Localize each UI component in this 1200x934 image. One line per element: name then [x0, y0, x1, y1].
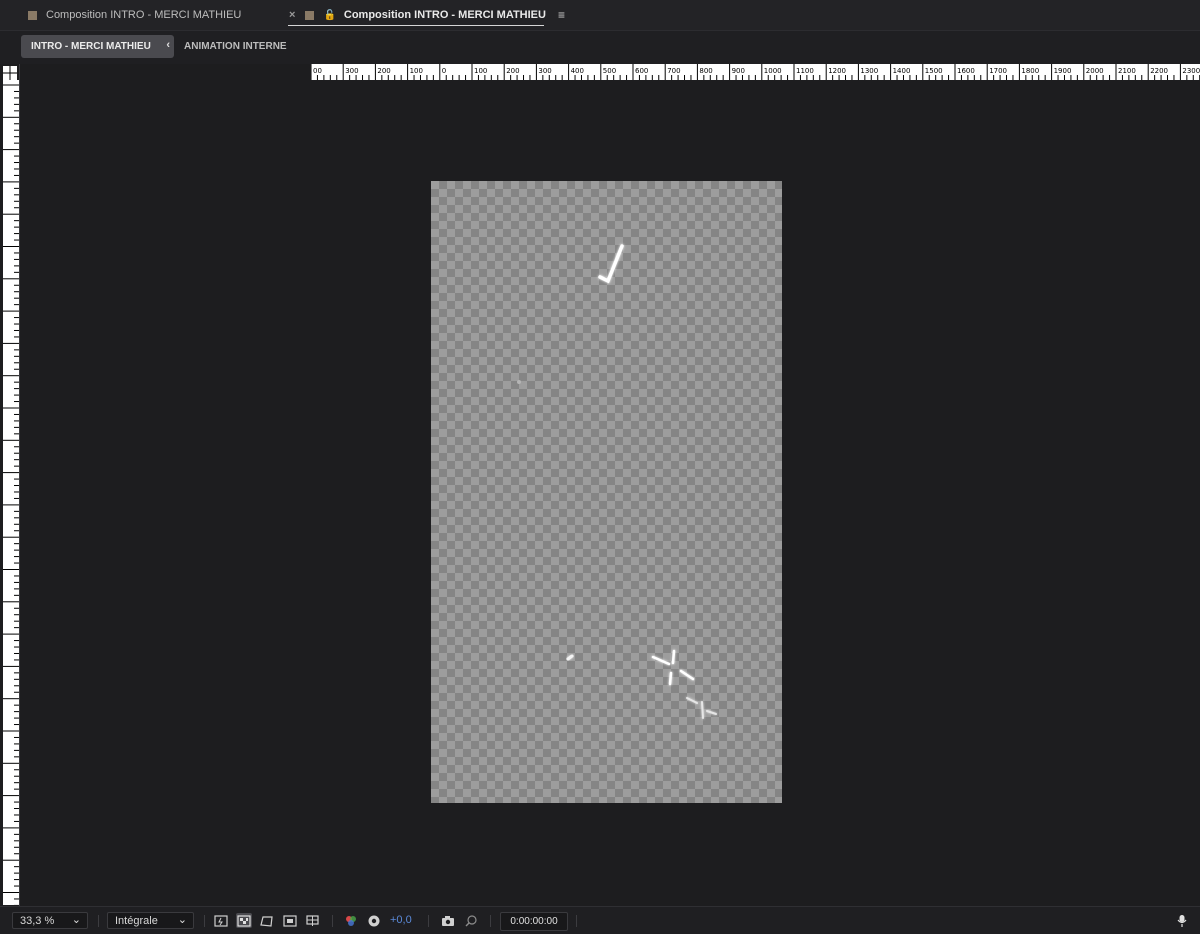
- zoom-value: 33,3 %: [20, 914, 55, 927]
- toolbar-separator: [98, 915, 99, 927]
- ruler-vertical[interactable]: [3, 80, 19, 905]
- ruler-label: 700: [667, 67, 680, 75]
- tab-label: Composition INTRO - MERCI MATHIEU: [343, 9, 546, 21]
- ruler-origin-icon: [3, 66, 17, 80]
- toolbar-separator: [428, 915, 429, 927]
- show-channel-icon[interactable]: [343, 913, 359, 928]
- ruler-label: 300: [345, 67, 358, 75]
- panel-tab-bar: Composition INTRO - MERCI MATHIEU × 🔓 Co…: [0, 0, 1200, 31]
- faint-dot: [517, 380, 521, 384]
- ruler-label: 1400: [893, 67, 911, 75]
- region-of-interest-icon[interactable]: [282, 913, 298, 928]
- ruler-label: 100: [410, 67, 423, 75]
- ruler-label: 2100: [1118, 67, 1136, 75]
- ruler-label: 1200: [828, 67, 846, 75]
- breadcrumb-label: INTRO - MERCI MATHIEU: [31, 41, 151, 52]
- reset-exposure-icon[interactable]: [366, 913, 382, 928]
- ruler-label: 2300: [1182, 67, 1200, 75]
- ruler-label: 1300: [860, 67, 878, 75]
- spark-burst-large: [651, 649, 695, 686]
- chevron-left-icon[interactable]: ‹: [166, 39, 170, 51]
- breadcrumb-item-animation-interne[interactable]: ANIMATION INTERNE: [184, 41, 287, 52]
- ruler-horizontal[interactable]: 00 300 200 100 0 100 200 300 400 500 600 700 800 900 1…: [311, 64, 1200, 80]
- ruler-label: 1800: [1021, 67, 1039, 75]
- microphone-icon[interactable]: [1176, 914, 1188, 931]
- close-icon[interactable]: ×: [289, 9, 295, 21]
- ruler-label: 1600: [957, 67, 975, 75]
- ruler-label: 500: [603, 67, 616, 75]
- checkmark-shape: [598, 244, 624, 284]
- composition-breadcrumb: INTRO - MERCI MATHIEU ‹ ANIMATION INTERN…: [0, 31, 1200, 64]
- current-time-display[interactable]: 0:00:00:00: [500, 912, 568, 931]
- ruler-origin-corner[interactable]: [0, 64, 19, 80]
- show-snapshot-icon[interactable]: [463, 913, 479, 928]
- active-tab-underline: [288, 25, 544, 26]
- ruler-label: 800: [699, 67, 712, 75]
- ruler-label: 200: [377, 67, 390, 75]
- ruler-label: 2000: [1086, 67, 1104, 75]
- ruler-horizontal-ticks: 00 300 200 100 0 100 200 300 400 500 600 700 800 900 1…: [311, 64, 1200, 80]
- composition-color-swatch: [28, 10, 37, 20]
- viewer-toolbar: 33,3 % ⌄ Intégrale ⌄ +0,0 0:00:00:00: [0, 906, 1200, 934]
- transparency-grid-icon[interactable]: [236, 913, 252, 928]
- resolution-dropdown[interactable]: Intégrale ⌄: [107, 912, 194, 929]
- tab-composition-inactive[interactable]: Composition INTRO - MERCI MATHIEU: [28, 0, 241, 30]
- fast-previews-icon[interactable]: [213, 913, 229, 928]
- toolbar-separator: [490, 915, 491, 927]
- ruler-label: 2200: [1150, 67, 1168, 75]
- composition-frame[interactable]: [431, 181, 782, 803]
- panel-menu-icon[interactable]: ≡: [558, 8, 565, 22]
- ruler-label: 1000: [764, 67, 782, 75]
- ruler-label: 200: [506, 67, 519, 75]
- ruler-label: 1700: [989, 67, 1007, 75]
- ruler-label: 1500: [925, 67, 943, 75]
- spark-small: [566, 654, 574, 661]
- ruler-label: 900: [732, 67, 745, 75]
- toolbar-separator: [332, 915, 333, 927]
- exposure-value[interactable]: +0,0: [390, 914, 412, 926]
- ruler-vertical-ticks: [3, 84, 19, 905]
- breadcrumb-item-intro[interactable]: INTRO - MERCI MATHIEU ‹: [21, 35, 174, 58]
- spark-burst-small: [686, 697, 717, 719]
- ruler-label: 1900: [1054, 67, 1072, 75]
- ruler-label: 600: [635, 67, 648, 75]
- ruler-label: 00: [313, 67, 322, 75]
- lock-icon[interactable]: 🔓: [323, 10, 335, 21]
- grid-guides-options-icon[interactable]: [305, 913, 321, 928]
- ruler-label: 1100: [796, 67, 814, 75]
- toolbar-separator: [576, 915, 577, 927]
- chevron-down-icon: ⌄: [177, 914, 187, 926]
- resolution-value: Intégrale: [115, 914, 158, 927]
- tab-label: Composition INTRO - MERCI MATHIEU: [46, 9, 242, 21]
- composition-content: [517, 244, 717, 719]
- toolbar-separator: [204, 915, 205, 927]
- chevron-down-icon: ⌄: [71, 914, 81, 926]
- zoom-dropdown[interactable]: 33,3 % ⌄: [12, 912, 88, 929]
- composition-color-swatch: [305, 10, 315, 20]
- mask-path-visibility-icon[interactable]: [259, 913, 275, 928]
- ruler-label: 400: [571, 67, 584, 75]
- ruler-label: 300: [538, 67, 551, 75]
- ruler-label: 0: [442, 67, 446, 75]
- camera-snapshot-icon[interactable]: [440, 913, 456, 928]
- ruler-label: 100: [474, 67, 487, 75]
